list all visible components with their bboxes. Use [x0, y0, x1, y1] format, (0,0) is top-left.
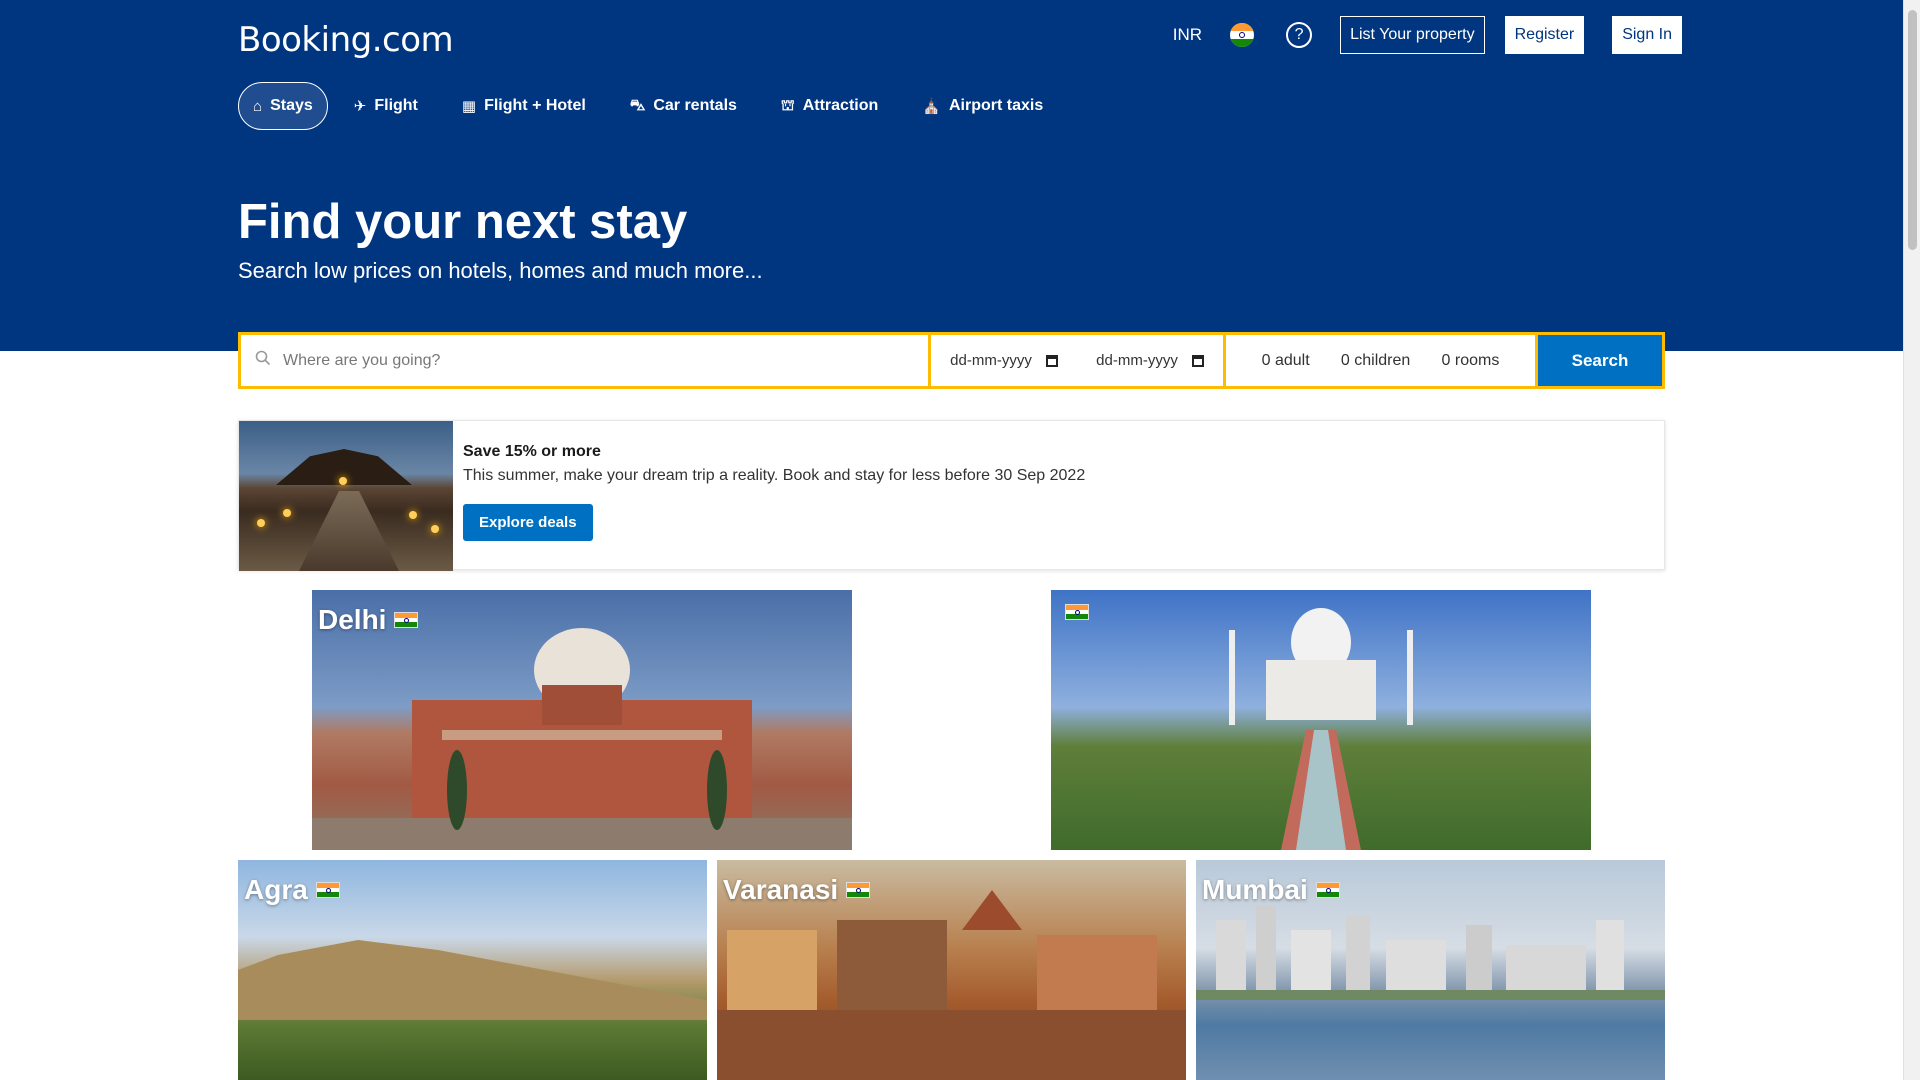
calendar-icon[interactable] [1191, 354, 1204, 367]
page: Booking.com INR ? List Your property Reg… [0, 0, 1920, 1080]
destination-label [1057, 604, 1089, 620]
list-property-button[interactable]: List Your property [1340, 16, 1485, 54]
tab-flight-hotel[interactable]: ▦ Flight + Hotel [444, 83, 604, 129]
home-icon: ⌂ [253, 97, 263, 115]
destination-card-varanasi[interactable]: Varanasi [717, 860, 1186, 1080]
tab-label: Attraction [802, 97, 879, 114]
destination-label: Mumbai [1202, 874, 1340, 906]
adults-count[interactable]: 0 adult [1262, 352, 1310, 370]
page-title: Find your next stay [238, 195, 688, 249]
children-count[interactable]: 0 children [1341, 352, 1410, 370]
logo[interactable]: Booking.com [238, 20, 454, 60]
car-icon: ⛍ [629, 96, 646, 114]
india-flag-icon[interactable] [1230, 23, 1255, 47]
explore-deals-button[interactable]: Explore deals [463, 504, 593, 541]
tab-label: Flight [374, 97, 418, 114]
destination-name: Varanasi [723, 874, 839, 905]
occupancy-field[interactable]: 0 adult 0 children 0 rooms [1226, 335, 1535, 386]
nav-tabs: ⌂ Stays ✈ Flight ▦ Flight + Hotel ⛍ Car … [238, 82, 1069, 130]
india-flag-icon [1315, 882, 1340, 898]
destination-card-mumbai[interactable]: Mumbai [1196, 860, 1665, 1080]
promo-text: This summer, make your dream trip a real… [463, 467, 1086, 484]
search-bar: Where are you going? dd-mm-yyyy dd-mm-yy… [238, 332, 1665, 389]
tab-stays[interactable]: ⌂ Stays [238, 82, 328, 130]
checkout-input[interactable]: dd-mm-yyyy [1096, 352, 1204, 369]
india-flag-icon [846, 882, 871, 898]
tab-car-rentals[interactable]: ⛍ Car rentals [612, 83, 755, 130]
register-button[interactable]: Register [1504, 16, 1585, 54]
dates-field[interactable]: dd-mm-yyyy dd-mm-yyyy [931, 335, 1223, 386]
checkin-text: dd-mm-yyyy [950, 352, 1032, 369]
india-flag-icon [394, 612, 419, 628]
tab-label: Stays [270, 97, 313, 114]
destination-name: Agra [244, 874, 308, 905]
promo-card: Save 15% or more This summer, make your … [238, 420, 1665, 571]
plane-icon: ✈ [353, 98, 367, 115]
search-button[interactable]: Search [1538, 335, 1662, 386]
destination-input[interactable]: Where are you going? [283, 352, 440, 370]
destination-field[interactable]: Where are you going? [241, 335, 928, 386]
sign-in-button[interactable]: Sign In [1612, 16, 1682, 54]
scrollbar-thumb[interactable] [1908, 10, 1917, 250]
scrollbar[interactable] [1903, 0, 1920, 1080]
destination-name: Mumbai [1202, 874, 1308, 905]
currency-selector[interactable]: INR [1173, 25, 1202, 45]
india-flag-icon [1065, 604, 1089, 620]
tab-airport-taxis[interactable]: ⛪ Airport taxis [904, 83, 1061, 129]
destination-label: Varanasi [723, 874, 871, 906]
header-actions: INR ? List Your property Register Sign I… [1173, 16, 1682, 54]
help-icon[interactable]: ? [1286, 22, 1313, 48]
india-flag-icon [315, 882, 340, 898]
tab-attraction[interactable]: ⛫ Attraction [763, 83, 896, 130]
search-icon [255, 350, 271, 371]
checkin-input[interactable]: dd-mm-yyyy [950, 352, 1058, 369]
destination-card-agra[interactable]: Agra [238, 860, 707, 1080]
destination-card-taj[interactable] [1051, 590, 1591, 850]
destination-name: Delhi [318, 604, 387, 635]
attraction-icon: ⛫ [780, 96, 795, 114]
taxi-icon: ⛪ [922, 98, 941, 115]
calendar-icon[interactable] [1045, 354, 1058, 367]
tab-flight[interactable]: ✈ Flight [336, 83, 436, 129]
promo-image [239, 421, 453, 571]
building-icon: ▦ [461, 98, 477, 115]
page-subtitle: Search low prices on hotels, homes and m… [238, 258, 763, 283]
promo-title: Save 15% or more [463, 443, 601, 460]
tab-label: Flight + Hotel [484, 97, 586, 114]
tab-label: Airport taxis [948, 97, 1044, 114]
destination-label: Agra [244, 874, 340, 906]
checkout-text: dd-mm-yyyy [1096, 352, 1178, 369]
tab-label: Car rentals [653, 97, 737, 114]
destination-label: Delhi [318, 604, 419, 636]
rooms-count[interactable]: 0 rooms [1442, 352, 1500, 370]
destination-card-delhi[interactable]: Delhi [312, 590, 852, 850]
